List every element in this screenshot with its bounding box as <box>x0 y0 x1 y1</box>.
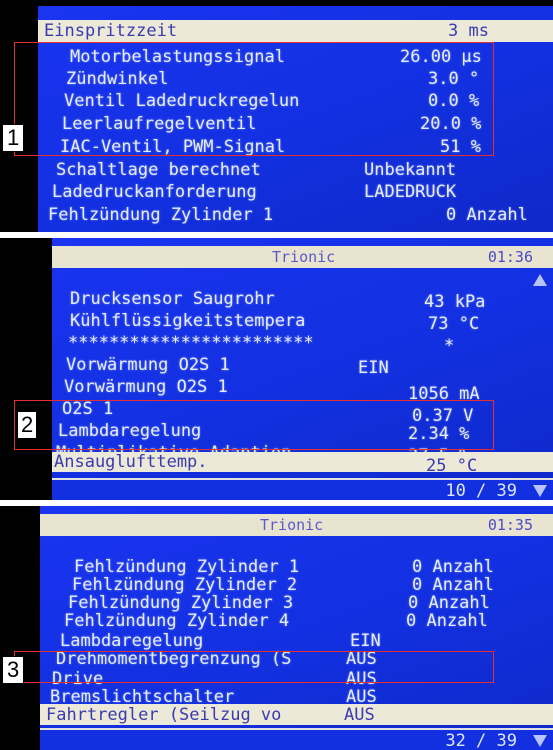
row-label: Schaltlage berechnet <box>56 160 261 180</box>
row-status: EIN <box>358 358 389 378</box>
list-row[interactable]: Vorwärmung O2S 1 1056 mA <box>52 376 553 404</box>
screen-titlebar: Trionic 01:36 <box>52 246 553 268</box>
list-row-selected[interactable]: Einspritzzeit 3 ms <box>38 20 553 42</box>
list-row[interactable]: Fehlzündung Zylinder 1 0 Anzahl <box>38 204 553 227</box>
page-indicator: 10 / 39 <box>445 481 517 500</box>
list-row-selected[interactable]: Fahrtregler (Seilzug vo AUS <box>40 704 553 725</box>
scroll-up-icon[interactable] <box>533 274 547 286</box>
screen-photo-2: Trionic 01:36 Drucksensor Saugrohr 43 kP… <box>0 238 553 500</box>
row-value: 3 ms <box>448 21 489 41</box>
row-label: Kühlflüssigkeitstempera <box>70 311 306 331</box>
screen-photo-1: Einspritzzeit 3 ms Motorbelastungssignal… <box>0 0 553 232</box>
row-label: Drucksensor Saugrohr <box>70 289 275 309</box>
diagnostic-screen-2: Trionic 01:36 Drucksensor Saugrohr 43 kP… <box>52 238 553 500</box>
screen-title: Trionic <box>260 516 324 534</box>
page-indicator: 32 / 39 <box>445 731 517 750</box>
screen-clock: 01:35 <box>487 516 533 534</box>
screen-footer: 10 / 39 <box>52 478 553 500</box>
screen-footer: 32 / 39 <box>40 728 553 750</box>
callout-number-1: 1 <box>2 124 25 152</box>
diagnostic-screen-3: Trionic 01:35 Fehlzündung Zylinder 1 0 A… <box>40 506 553 750</box>
list-row[interactable]: Drucksensor Saugrohr 43 kPa <box>52 288 553 312</box>
row-label: Fehlzündung Zylinder 1 <box>48 205 274 225</box>
scroll-down-icon[interactable] <box>533 485 547 497</box>
highlight-box-2 <box>14 400 494 450</box>
row-value: * <box>444 336 455 356</box>
row-value: Unbekannt <box>364 160 457 180</box>
row-label: Fahrtregler (Seilzug vo <box>46 705 282 725</box>
row-value: 25 °C <box>426 456 478 476</box>
screen-titlebar: Trionic 01:35 <box>40 514 553 536</box>
row-label: Fehlzündung Zylinder 4 <box>64 611 290 631</box>
screen-clock: 01:36 <box>487 248 533 266</box>
list-row-selected[interactable]: Ansauglufttemp. 25 °C <box>52 452 553 476</box>
row-label: Vorwärmung O2S 1 <box>64 377 228 397</box>
screen-photo-3: Trionic 01:35 Fehlzündung Zylinder 1 0 A… <box>0 506 553 750</box>
row-value: 0 Anzahl <box>446 205 528 225</box>
list-row[interactable]: ************************ * <box>52 332 553 356</box>
list-row[interactable]: Kühlflüssigkeitstempera 73 °C <box>52 310 553 334</box>
callout-number-2: 2 <box>18 412 37 438</box>
highlight-box-1 <box>14 42 494 156</box>
screen-title: Trionic <box>272 248 336 266</box>
row-status: AUS <box>344 705 375 725</box>
scroll-down-icon[interactable] <box>533 735 547 747</box>
list-row[interactable]: Vorwärmung O2S 1 EIN <box>52 354 553 378</box>
row-value: 0 Anzahl <box>406 611 488 631</box>
callout-number-3: 3 <box>2 656 25 684</box>
row-label: Vorwärmung O2S 1 <box>66 355 230 375</box>
list-row[interactable]: Schaltlage berechnet Unbekannt <box>38 159 553 182</box>
row-value: LADEDRUCK <box>364 182 457 202</box>
row-value: 73 °C <box>428 314 480 334</box>
row-label: Einspritzzeit <box>44 21 178 41</box>
row-label: Ansauglufttemp. <box>54 452 208 472</box>
row-value: 43 kPa <box>424 292 486 312</box>
list-row[interactable]: Ladedruckanforderung LADEDRUCK <box>38 181 553 204</box>
row-label: ************************ <box>68 333 314 353</box>
row-label: Ladedruckanforderung <box>52 182 257 202</box>
highlight-box-3 <box>14 651 494 683</box>
